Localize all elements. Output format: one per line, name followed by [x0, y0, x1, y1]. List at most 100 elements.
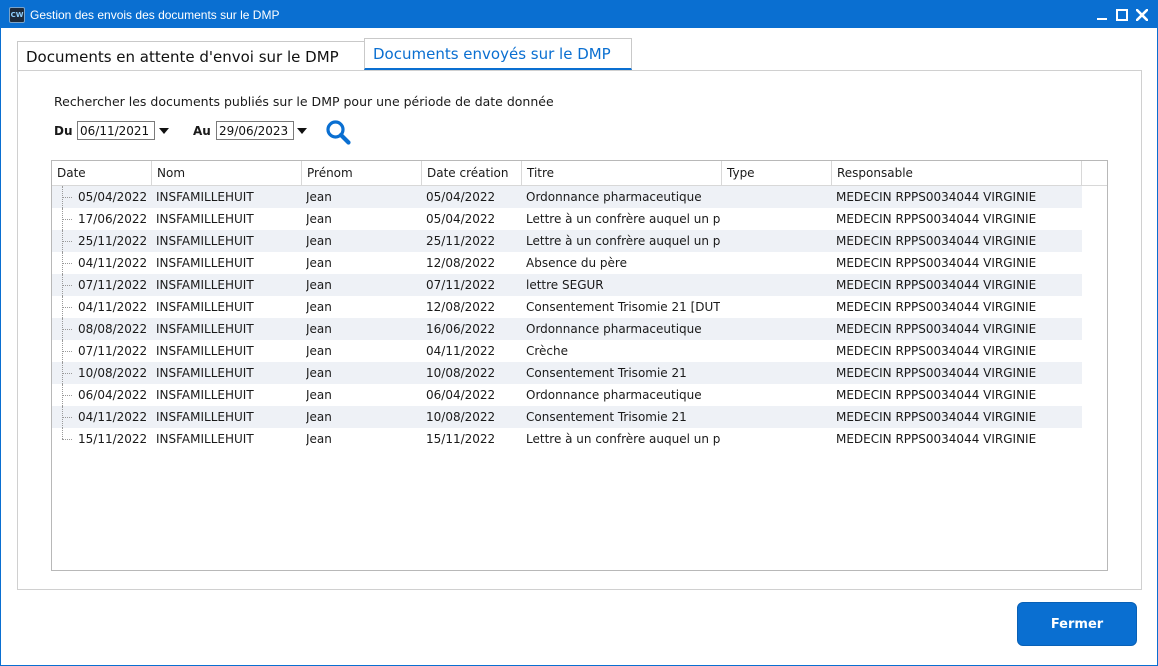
table-cell: INSFAMILLEHUIT [156, 388, 254, 402]
table-cell: 05/04/2022 [426, 212, 496, 226]
app-logo-icon: CW [9, 6, 25, 23]
tree-connector [62, 428, 74, 450]
table-row[interactable]: 04/11/2022 INSFAMILLEHUIT Jean 10/08/2022 Co… [52, 406, 1082, 428]
search-icon[interactable] [324, 118, 352, 146]
table-row[interactable]: 07/11/2022 INSFAMILLEHUIT Jean 04/11/2022 Cr… [52, 340, 1082, 362]
table-cell: Crèche [526, 344, 569, 358]
table-row[interactable]: 07/11/2022 INSFAMILLEHUIT Jean 07/11/2022 le… [52, 274, 1082, 296]
table-cell [726, 186, 830, 208]
table-cell [726, 318, 830, 340]
from-date-field[interactable] [77, 121, 155, 140]
tree-connector [62, 406, 74, 428]
tree-connector [62, 252, 74, 274]
tree-connector [62, 296, 74, 318]
table-cell: Ordonnance pharmaceutique [526, 388, 702, 402]
column-header[interactable]: Nom [152, 161, 302, 185]
table-cell: INSFAMILLEHUIT [156, 190, 254, 204]
column-header[interactable]: Type [722, 161, 832, 185]
table-cell: INSFAMILLEHUIT [156, 212, 254, 226]
table-cell [726, 252, 830, 274]
table-cell: 12/08/2022 [426, 256, 496, 270]
table-cell: 15/11/2022 [426, 432, 496, 446]
minimize-icon[interactable] [1095, 8, 1109, 22]
search-caption: Rechercher les documents publiés sur le … [54, 94, 554, 109]
table-cell: INSFAMILLEHUIT [156, 432, 254, 446]
table-cell: Jean [306, 432, 332, 446]
table-cell: 10/08/2022 [426, 366, 496, 380]
table-cell: MEDECIN RPPS0034044 VIRGINIE [836, 234, 1037, 248]
table-cell [726, 362, 830, 384]
table-row[interactable]: 04/11/2022 INSFAMILLEHUIT Jean 12/08/2022 Co… [52, 296, 1082, 318]
table-row[interactable]: 04/11/2022 INSFAMILLEHUIT Jean 12/08/2022 Ab… [52, 252, 1082, 274]
table-cell: Jean [306, 278, 332, 292]
table-cell [726, 384, 830, 406]
table-cell: 05/04/2022 [426, 190, 496, 204]
table-cell: INSFAMILLEHUIT [156, 256, 254, 270]
from-date-dropdown-icon[interactable] [159, 128, 169, 134]
table-cell: Lettre à un confrère auquel un patie... [526, 432, 720, 446]
table-row[interactable]: 17/06/2022 INSFAMILLEHUIT Jean 05/04/2022 Le… [52, 208, 1082, 230]
table-cell: MEDECIN RPPS0034044 VIRGINIE [836, 388, 1037, 402]
table-cell: 12/08/2022 [426, 300, 496, 314]
table-cell: MEDECIN RPPS0034044 VIRGINIE [836, 256, 1037, 270]
table-cell: MEDECIN RPPS0034044 VIRGINIE [836, 410, 1037, 424]
title-bar[interactable]: CW Gestion des envois des documents sur … [1, 1, 1157, 28]
table-cell: Jean [306, 388, 332, 402]
table-cell: Lettre à un confrère auquel un patie... [526, 212, 720, 226]
table-cell: MEDECIN RPPS0034044 VIRGINIE [836, 322, 1037, 336]
table-cell: Jean [306, 366, 332, 380]
table-cell [726, 274, 830, 296]
maximize-icon[interactable] [1115, 8, 1129, 22]
table-cell: INSFAMILLEHUIT [156, 300, 254, 314]
tree-connector [62, 230, 74, 252]
table-cell [726, 428, 830, 450]
to-date-field[interactable] [216, 121, 294, 140]
table-row[interactable]: 15/11/2022 INSFAMILLEHUIT Jean 15/11/2022 Le… [52, 428, 1082, 450]
table-cell: Jean [306, 322, 332, 336]
table-cell [726, 340, 830, 362]
table-cell: Absence du père [526, 256, 627, 270]
column-header[interactable]: Titre [522, 161, 722, 185]
close-window-icon[interactable] [1135, 8, 1149, 22]
tab-pending-documents[interactable]: Documents en attente d'envoi sur le DMP [17, 41, 365, 71]
tab-sent-documents[interactable]: Documents envoyés sur le DMP [364, 38, 632, 70]
table-row[interactable]: 10/08/2022 INSFAMILLEHUIT Jean 10/08/2022 Co… [52, 362, 1082, 384]
tree-connector [62, 208, 74, 230]
window-title: Gestion des envois des documents sur le … [30, 7, 280, 22]
table-cell: INSFAMILLEHUIT [156, 234, 254, 248]
table-cell: Consentement Trisomie 21 [526, 366, 687, 380]
table-cell: Jean [306, 344, 332, 358]
from-date-label: Du [54, 124, 73, 138]
table-cell: INSFAMILLEHUIT [156, 322, 254, 336]
column-header[interactable]: Responsable [832, 161, 1082, 185]
table-cell: MEDECIN RPPS0034044 VIRGINIE [836, 366, 1037, 380]
table-cell: Jean [306, 234, 332, 248]
table-cell: 10/08/2022 [426, 410, 496, 424]
tree-connector [62, 186, 74, 208]
tree-connector [62, 274, 74, 296]
table-cell: Ordonnance pharmaceutique [526, 190, 702, 204]
to-date-dropdown-icon[interactable] [297, 128, 307, 134]
column-header[interactable]: Date création [422, 161, 522, 185]
table-row[interactable]: 06/04/2022 INSFAMILLEHUIT Jean 06/04/2022 Or… [52, 384, 1082, 406]
table-row[interactable]: 05/04/2022 INSFAMILLEHUIT Jean 05/04/2022 Or… [52, 186, 1082, 208]
table-cell: 06/04/2022 [426, 388, 496, 402]
column-header[interactable]: Prénom [302, 161, 422, 185]
table-cell: MEDECIN RPPS0034044 VIRGINIE [836, 300, 1037, 314]
table-cell: Jean [306, 410, 332, 424]
table-cell: MEDECIN RPPS0034044 VIRGINIE [836, 344, 1037, 358]
table-cell: 04/11/2022 [426, 344, 496, 358]
table-cell: Lettre à un confrère auquel un patie... [526, 234, 720, 248]
table-row[interactable]: 25/11/2022 INSFAMILLEHUIT Jean 25/11/2022 Le… [52, 230, 1082, 252]
table-cell [726, 230, 830, 252]
table-cell: 16/06/2022 [426, 322, 496, 336]
table-cell: INSFAMILLEHUIT [156, 344, 254, 358]
close-button[interactable]: Fermer [1017, 602, 1137, 646]
table-cell [726, 296, 830, 318]
table-cell: Jean [306, 190, 332, 204]
table-row[interactable]: 08/08/2022 INSFAMILLEHUIT Jean 16/06/2022 Or… [52, 318, 1082, 340]
table-cell: lettre SEGUR [526, 278, 604, 292]
column-header[interactable]: Date publication [52, 161, 152, 204]
tree-connector [62, 340, 74, 362]
table-cell [726, 208, 830, 230]
